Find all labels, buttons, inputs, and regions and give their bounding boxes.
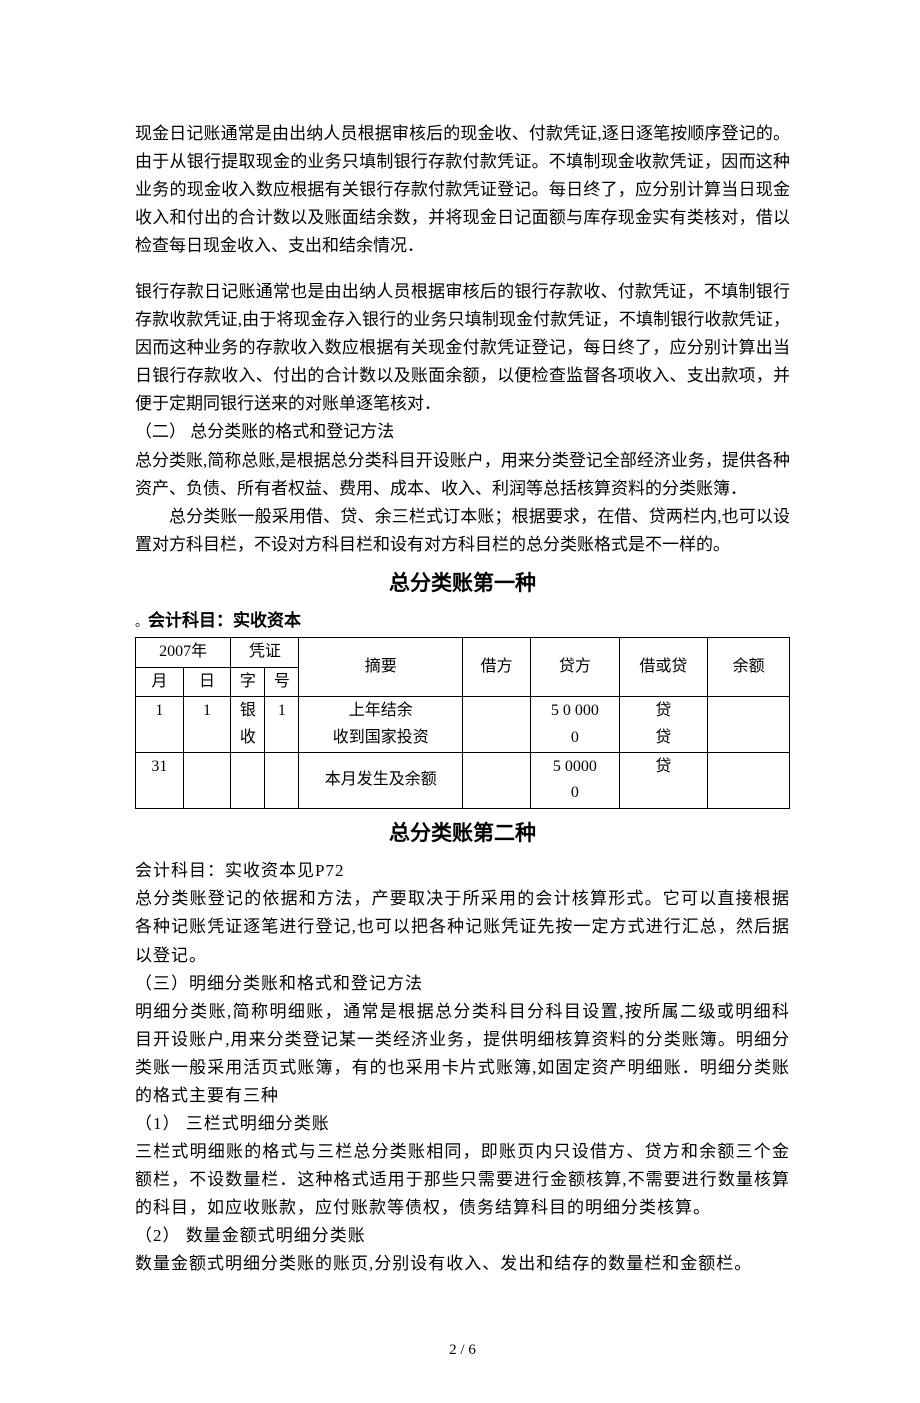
table-header-row-1: 2007年 凭证 摘要 借方 贷方 借或贷 余额 (136, 638, 790, 667)
paragraph-10: （1） 三栏式明细分类账 (135, 1110, 790, 1138)
cell-balance (708, 752, 790, 808)
th-day: 日 (183, 667, 231, 696)
cell-dc: 贷贷 (619, 697, 708, 753)
paragraph-12: （2） 数量金额式明细分类账 (135, 1222, 790, 1250)
cell-summary: 本月发生及余额 (299, 752, 463, 808)
th-debit: 借方 (462, 638, 530, 697)
th-voucher: 凭证 (231, 638, 299, 667)
ledger-table-1: 2007年 凭证 摘要 借方 贷方 借或贷 余额 月 日 字 号 1 1 银收 … (135, 637, 790, 808)
section-heading-2: （二） 总分类账的格式和登记方法 (135, 418, 790, 446)
paragraph-4: 总分类账,简称总账,是根据总分类科目开设账户，用来分类登记全部经济业务，提供各种… (135, 447, 790, 503)
paragraph-9: 明细分类账,简称明细账，通常是根据总分类科目分科目设置,按所属二级或明细科目开设… (135, 998, 790, 1110)
th-summary: 摘要 (299, 638, 463, 697)
table-row: 1 1 银收 1 上年结余收到国家投资 5 0 0000 贷贷 (136, 697, 790, 753)
th-credit: 贷方 (531, 638, 620, 697)
ledger-heading-1: 总分类账第一种 (135, 567, 790, 602)
cell-month: 1 (136, 697, 184, 753)
paragraph-6: 会计科目：实收资本见P72 (135, 857, 790, 885)
cell-debit (462, 697, 530, 753)
page-number: 2 / 6 (135, 1338, 790, 1363)
cell-credit: 5 0 0000 (531, 697, 620, 753)
cell-char: 银收 (231, 697, 265, 753)
cell-num (265, 752, 299, 808)
cell-char (231, 752, 265, 808)
th-year: 2007年 (136, 638, 231, 667)
cell-balance (708, 697, 790, 753)
paragraph-13: 数量金额式明细分类账的账页,分别设有收入、发出和结存的数量栏和金额栏。 (135, 1250, 790, 1278)
cell-credit: 5 00000 (531, 752, 620, 808)
cell-debit (462, 752, 530, 808)
th-dc: 借或贷 (619, 638, 708, 697)
th-balance: 余额 (708, 638, 790, 697)
document-page: 现金日记账通常是由出纳人员根据审核后的现金收、付款凭证,逐日逐笔按顺序登记的。由… (0, 0, 920, 1403)
paragraph-2: 银行存款日记账通常也是由出纳人员根据审核后的银行存款收、付款凭证，不填制银行存款… (135, 278, 790, 418)
th-month: 月 (136, 667, 184, 696)
account-subject-1: 。会计科目：实收资本 (135, 607, 790, 635)
table-row: 31 本月发生及余额 5 00000 贷 (136, 752, 790, 808)
paragraph-11: 三栏式明细账的格式与三栏总分类账相同，即账页内只设借方、贷方和余额三个金额栏，不… (135, 1138, 790, 1222)
th-char: 字 (231, 667, 265, 696)
subject-text: 会计科目：实收资本 (148, 611, 301, 630)
paragraph-7: 总分类账登记的依据和方法，产要取决于所采用的会计核算形式。它可以直接根据各种记账… (135, 885, 790, 969)
cell-num: 1 (265, 697, 299, 753)
cell-summary: 上年结余收到国家投资 (299, 697, 463, 753)
section-heading-3: （三）明细分类账和格式和登记方法 (135, 970, 790, 998)
cell-day (183, 752, 231, 808)
subject-prefix: 。 (135, 614, 148, 629)
cell-month: 31 (136, 752, 184, 808)
cell-dc: 贷 (619, 752, 708, 808)
th-num: 号 (265, 667, 299, 696)
paragraph-1: 现金日记账通常是由出纳人员根据审核后的现金收、付款凭证,逐日逐笔按顺序登记的。由… (135, 120, 790, 260)
paragraph-5: 总分类账一般采用借、贷、余三栏式订本账；根据要求，在借、贷两栏内,也可以设置对方… (135, 503, 790, 559)
cell-day: 1 (183, 697, 231, 753)
ledger-heading-2: 总分类账第二种 (135, 817, 790, 852)
